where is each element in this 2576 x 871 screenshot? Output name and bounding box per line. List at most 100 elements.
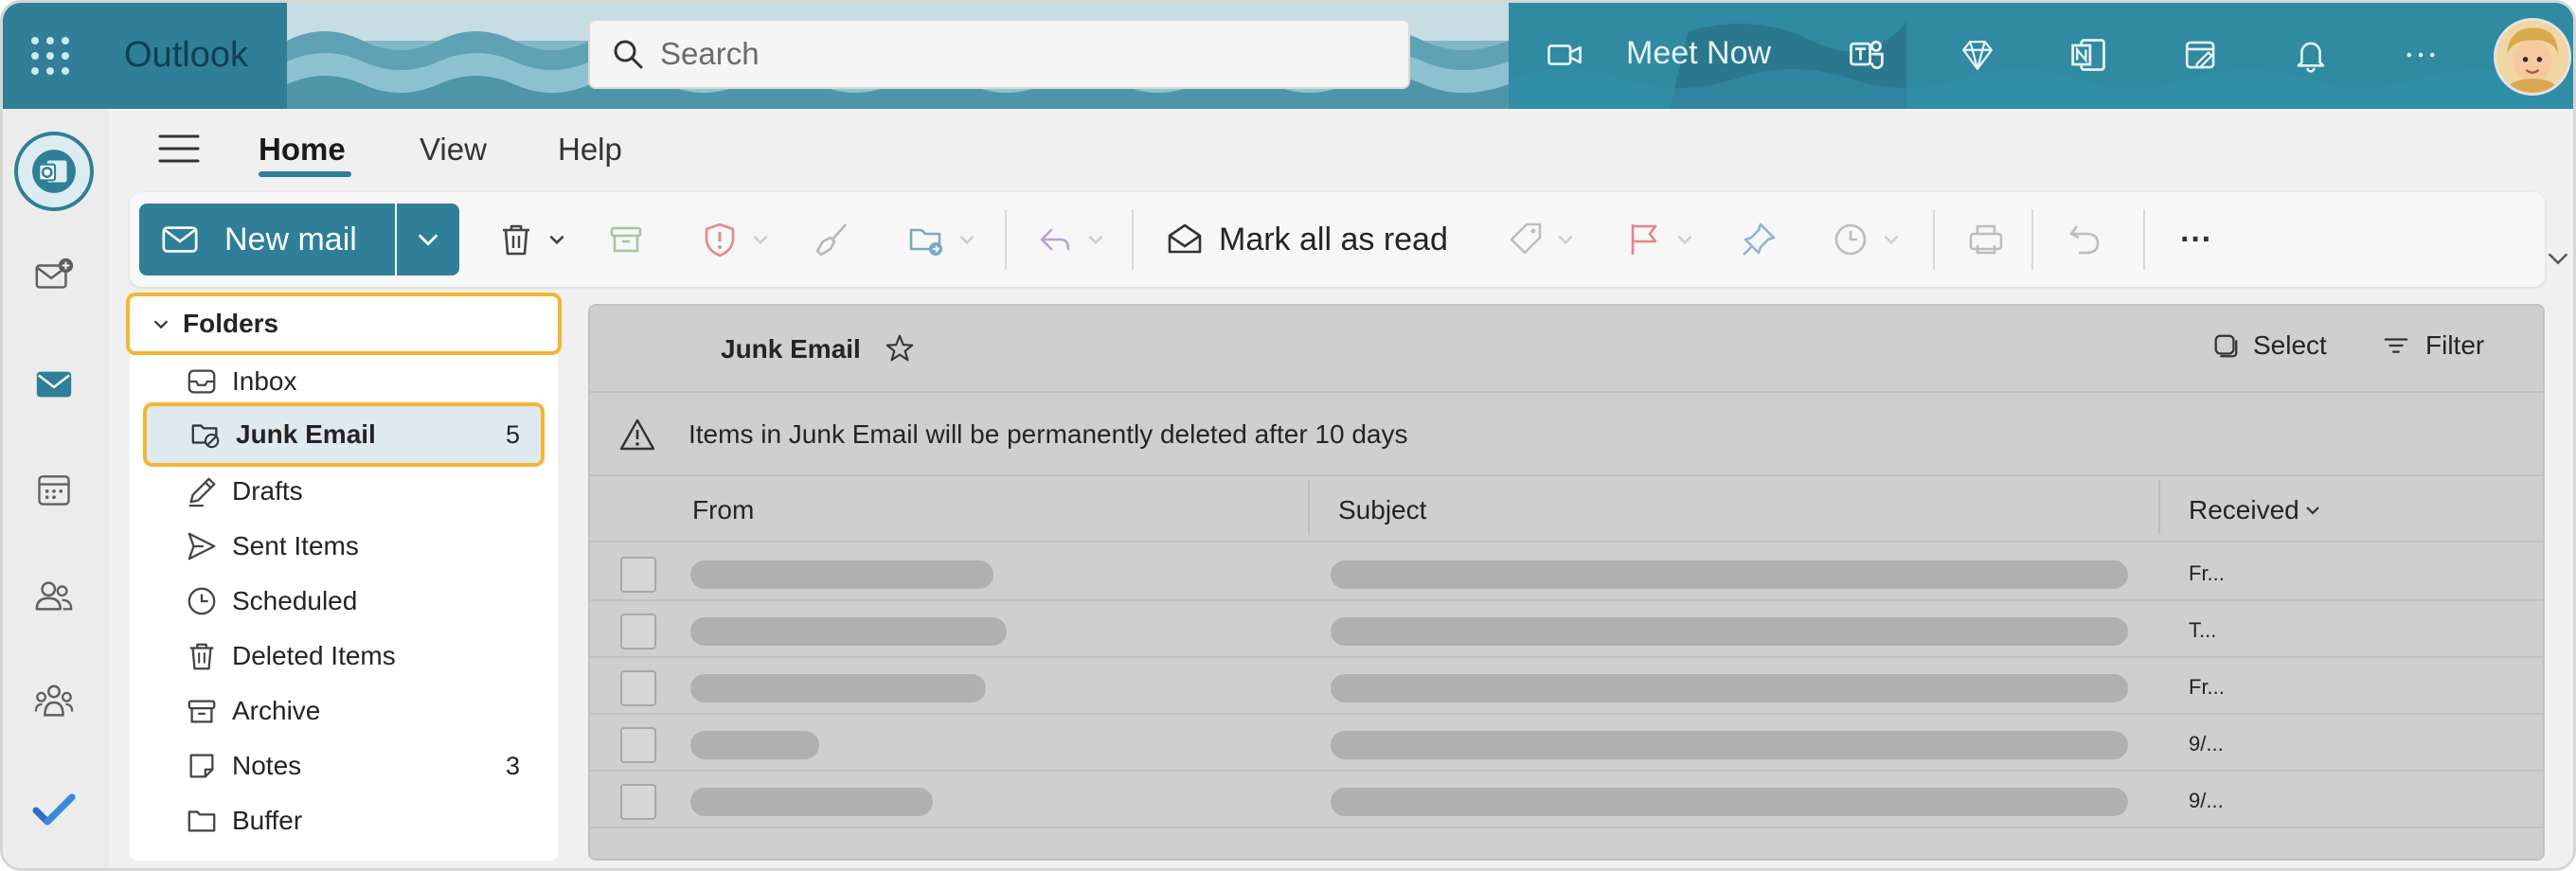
folder-label: Deleted Items [232,641,396,670]
premium-diamond-icon[interactable] [1956,33,1999,77]
table-row[interactable]: Fr... [590,544,2543,601]
tab-help[interactable]: Help [558,132,622,168]
chevron-down-icon [959,235,975,245]
print-button[interactable] [1958,217,2014,262]
navigation-menu-icon[interactable] [158,132,200,166]
row-checkbox[interactable] [620,727,656,763]
flag-button[interactable] [1613,217,1708,262]
teams-icon[interactable] [1844,33,1887,77]
select-label: Select [2253,330,2327,360]
folder-item-drafts[interactable]: Drafts [141,465,545,518]
chevron-down-icon [419,234,438,246]
table-row[interactable]: 9/... [590,715,2543,772]
row-checkbox[interactable] [620,557,656,593]
mark-all-as-read-label: Mark all as read [1219,221,1448,258]
new-mail-dropdown-button[interactable] [397,204,459,276]
folder-item-junk-email[interactable]: Junk Email 5 [143,402,545,467]
archive-button[interactable] [598,217,654,262]
chevron-down-icon [1558,235,1573,245]
toolbar-separator [1132,209,1134,270]
mail-icon[interactable] [27,357,80,410]
filter-button[interactable]: Filter [2382,330,2484,361]
my-day-icon[interactable] [2179,33,2223,77]
favorite-star-icon[interactable] [884,332,918,366]
redacted-sender [690,788,933,816]
todo-icon[interactable] [27,783,80,836]
app-name: Outlook [124,35,248,75]
folder-label: Scheduled [232,586,358,615]
folder-item-buffer[interactable]: Buffer [141,794,545,847]
table-row[interactable]: Fr... [590,658,2543,715]
row-checkbox[interactable] [620,613,656,649]
row-checkbox[interactable] [620,670,656,706]
folder-item-deleted-items[interactable]: Deleted Items [141,630,545,683]
people-icon[interactable] [27,569,80,622]
bell-icon[interactable] [2289,33,2333,77]
chevron-down-icon [2305,507,2319,515]
groups-icon[interactable] [27,675,80,728]
video-camera-icon[interactable] [1543,33,1586,77]
folder-label: Notes [232,751,302,780]
snooze-button[interactable] [1819,217,1914,262]
folders-header[interactable]: Folders [126,293,562,355]
active-tab-indicator [259,171,351,177]
folder-label: Buffer [232,806,303,835]
pin-button[interactable] [1730,217,1787,262]
archive-icon [610,226,642,253]
printer-icon [1969,224,2003,255]
search-input[interactable] [660,36,1323,72]
item-count: 3 [505,751,520,780]
user-avatar[interactable] [2494,18,2571,96]
junk-icon [188,418,223,452]
column-received[interactable]: Received [2189,495,2322,525]
folder-item-notes[interactable]: Notes 3 [141,739,545,792]
outlook-app-icon[interactable] [14,132,94,211]
move-to-button[interactable] [895,217,990,262]
onenote-icon[interactable] [2067,33,2111,77]
report-button[interactable] [689,217,783,262]
expand-ribbon-button[interactable] [2545,245,2573,274]
chevron-down-icon [753,235,768,245]
mark-all-as-read-button[interactable]: Mark all as read [1166,217,1459,262]
tab-view[interactable]: View [420,132,487,168]
folder-label: Drafts [232,476,303,506]
new-mail-button[interactable]: New mail [139,204,395,276]
tag-button[interactable] [1499,217,1584,262]
folder-item-inbox[interactable]: Inbox [141,355,545,408]
column-from[interactable]: From [692,495,754,525]
row-checkbox[interactable] [620,784,656,820]
meet-now-button[interactable]: Meet Now [1626,35,1771,72]
received-date: T... [2189,618,2217,642]
delete-button[interactable] [490,217,575,262]
search-box[interactable] [588,19,1410,89]
outlook-window: Outlook Meet Now [0,0,2576,871]
column-subject[interactable]: Subject [1338,495,1426,525]
open-envelope-icon [1168,223,1202,254]
new-mail-rail-icon[interactable] [27,249,80,302]
more-options-icon[interactable] [2399,33,2442,77]
folder-item-archive[interactable]: Archive [141,684,545,738]
more-commands-button[interactable]: ··· [2168,217,2225,262]
undo-button[interactable] [2056,217,2113,262]
column-divider[interactable] [2158,480,2160,535]
tag-icon [1510,222,1542,255]
column-divider[interactable] [1308,480,1310,535]
reply-button[interactable] [1024,217,1118,262]
folder-icon [185,804,219,838]
drafts-icon [185,474,219,508]
sweep-button[interactable] [804,217,861,262]
calendar-icon[interactable] [27,463,80,516]
send-icon [185,529,219,563]
folder-item-sent-items[interactable]: Sent Items [141,520,545,573]
folder-move-icon [909,228,942,256]
tab-home[interactable]: Home [259,132,346,168]
folder-item-scheduled[interactable]: Scheduled [141,575,545,628]
chevron-down-icon [1088,235,1103,245]
pin-icon [1743,222,1776,256]
select-button[interactable]: Select [2211,330,2327,361]
app-launcher-icon[interactable] [29,35,71,77]
table-row[interactable]: 9/... [590,772,2543,828]
table-row[interactable]: T... [590,601,2543,658]
message-list-pane: Junk Email Select Filter Items in Junk E… [588,304,2545,861]
trash-icon [185,639,219,673]
